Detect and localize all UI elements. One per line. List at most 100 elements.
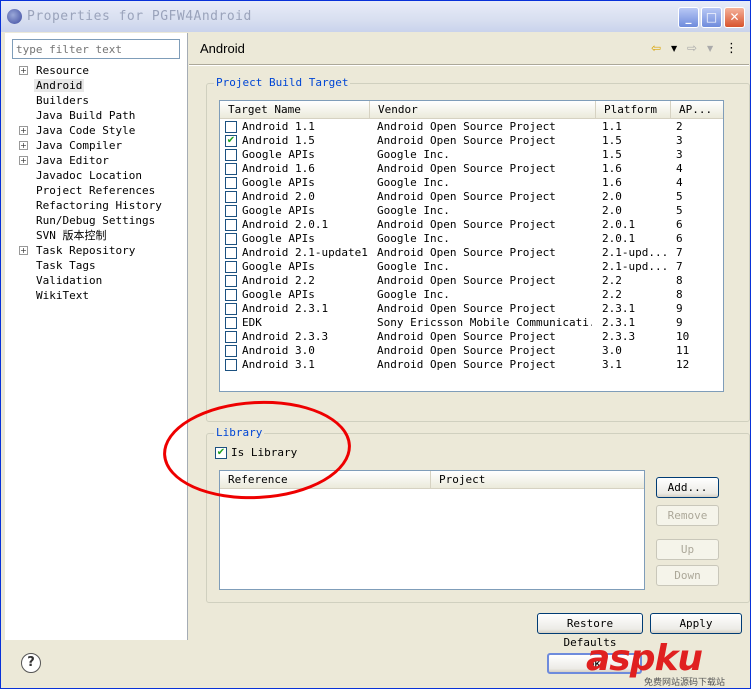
checkbox-icon[interactable] (225, 359, 237, 371)
sidebar-item[interactable]: + Task Repository (19, 243, 164, 258)
api-cell: 2 (676, 120, 683, 133)
help-icon[interactable]: ? (21, 653, 41, 673)
column-target-name[interactable]: Target Name (220, 101, 370, 119)
platform-cell: 3.0 (602, 344, 622, 357)
sidebar-item[interactable]: Run/Debug Settings (19, 213, 164, 228)
target-name-cell: Android 3.0 (242, 344, 315, 357)
table-row[interactable]: Android 2.2 Android Open Source Project 2.… (220, 274, 723, 288)
checkbox-icon[interactable] (225, 177, 237, 189)
checkbox-icon[interactable] (225, 247, 237, 259)
sidebar-item[interactable]: + Java Compiler (19, 138, 164, 153)
sidebar-item[interactable]: + Java Code Style (19, 123, 164, 138)
platform-cell: 1.5 (602, 134, 622, 147)
table-row[interactable]: Android 2.3.1 Android Open Source Project… (220, 302, 723, 316)
vendor-cell: Android Open Source Project (377, 246, 556, 259)
table-row[interactable]: Google APIs Google Inc. 2.2 8 (220, 288, 723, 302)
sidebar-item[interactable]: Project References (19, 183, 164, 198)
expand-icon[interactable]: + (19, 156, 28, 165)
sidebar-item[interactable]: Android (19, 78, 164, 93)
sidebar-item-label: Validation (36, 274, 103, 287)
sidebar-item-label: SVN 版本控制 (36, 229, 107, 242)
checkbox-icon[interactable] (225, 163, 237, 175)
up-button[interactable]: Up (656, 539, 719, 560)
vendor-cell: Google Inc. (377, 204, 450, 217)
expand-icon[interactable]: + (19, 126, 28, 135)
maximize-icon[interactable]: □ (701, 7, 722, 28)
checkbox-checked-icon[interactable]: ✔ (225, 135, 237, 147)
chevron-down-icon[interactable]: ▼ (671, 44, 677, 53)
remove-button[interactable]: Remove (656, 505, 719, 526)
expand-icon[interactable]: + (19, 246, 28, 255)
vendor-cell: Android Open Source Project (377, 162, 556, 175)
sidebar-item[interactable]: + Resource (19, 63, 164, 78)
table-row[interactable]: Google APIs Google Inc. 2.0.1 6 (220, 232, 723, 246)
table-row[interactable]: Android 2.0.1 Android Open Source Project… (220, 218, 723, 232)
add-button[interactable]: Add... (656, 477, 719, 498)
checkbox-icon[interactable] (225, 219, 237, 231)
close-icon[interactable]: ✕ (724, 7, 745, 28)
menu-icon[interactable]: ⋮ (725, 41, 738, 56)
sidebar-item-label: Project References (36, 184, 156, 197)
table-row[interactable]: Android 2.0 Android Open Source Project 2.… (220, 190, 723, 204)
table-row[interactable]: Android 3.0 Android Open Source Project 3.… (220, 344, 723, 358)
build-target-table[interactable]: Target Name Vendor Platform AP... Androi… (219, 100, 724, 392)
checkbox-icon[interactable] (225, 275, 237, 287)
column-api[interactable]: AP... (671, 101, 723, 119)
checkbox-icon[interactable] (225, 233, 237, 245)
sidebar-item-label: Builders (36, 94, 89, 107)
column-project[interactable]: Project (431, 471, 644, 489)
sidebar-item[interactable]: Builders (19, 93, 164, 108)
checkbox-icon[interactable] (225, 261, 237, 273)
down-button[interactable]: Down (656, 565, 719, 586)
sidebar-item[interactable]: WikiText (19, 288, 164, 303)
minimize-icon[interactable]: _ (678, 7, 699, 28)
checkbox-icon[interactable] (225, 149, 237, 161)
build-target-label: Project Build Target (214, 76, 351, 89)
sidebar-item[interactable]: SVN 版本控制 (19, 228, 164, 243)
table-row[interactable]: Android 1.6 Android Open Source Project 1.… (220, 162, 723, 176)
table-row[interactable]: Android 2.1-update1 Android Open Source P… (220, 246, 723, 260)
restore-defaults-button[interactable]: Restore Defaults (537, 613, 643, 649)
checkbox-icon[interactable] (225, 289, 237, 301)
api-cell: 7 (676, 260, 683, 273)
vendor-cell: Sony Ericsson Mobile Communicati... (377, 316, 592, 329)
table-row[interactable]: Android 2.3.3 Android Open Source Project… (220, 330, 723, 344)
chevron-down-icon[interactable]: ▼ (707, 44, 713, 53)
sidebar-item[interactable]: + Java Editor (19, 153, 164, 168)
filter-input[interactable] (12, 39, 180, 59)
expand-icon[interactable]: + (19, 141, 28, 150)
platform-cell: 2.3.1 (602, 302, 636, 315)
api-cell: 5 (676, 190, 683, 203)
sidebar-item[interactable]: Java Build Path (19, 108, 164, 123)
sidebar-item[interactable]: Javadoc Location (19, 168, 164, 183)
checkbox-icon[interactable] (225, 345, 237, 357)
table-row[interactable]: Android 3.1 Android Open Source Project 3.… (220, 358, 723, 372)
table-row[interactable]: ✔ Android 1.5 Android Open Source Project 1… (220, 134, 723, 148)
apply-button[interactable]: Apply (650, 613, 742, 634)
table-row[interactable]: Android 1.1 Android Open Source Project 1.… (220, 120, 723, 134)
checkbox-icon[interactable] (225, 121, 237, 133)
sidebar-item[interactable]: Task Tags (19, 258, 164, 273)
table-row[interactable]: Google APIs Google Inc. 1.5 3 (220, 148, 723, 162)
table-row[interactable]: EDK Sony Ericsson Mobile Communicati... 2.… (220, 316, 723, 330)
platform-cell: 2.0 (602, 204, 622, 217)
column-vendor[interactable]: Vendor (370, 101, 596, 119)
target-name-cell: Android 2.3.1 (242, 302, 329, 315)
checkbox-icon[interactable] (225, 331, 237, 343)
sidebar-item[interactable]: Validation (19, 273, 164, 288)
table-row[interactable]: Google APIs Google Inc. 2.0 5 (220, 204, 723, 218)
forward-arrow-icon[interactable]: ⇨ (687, 41, 697, 55)
sidebar-item[interactable]: Refactoring History (19, 198, 164, 213)
checkbox-icon[interactable] (225, 191, 237, 203)
vendor-cell: Android Open Source Project (377, 344, 556, 357)
checkbox-icon[interactable] (225, 303, 237, 315)
expand-icon[interactable]: + (19, 66, 28, 75)
checkbox-icon[interactable] (225, 205, 237, 217)
table-row[interactable]: Google APIs Google Inc. 1.6 4 (220, 176, 723, 190)
vendor-cell: Android Open Source Project (377, 302, 556, 315)
checkbox-icon[interactable] (225, 317, 237, 329)
column-platform[interactable]: Platform (596, 101, 671, 119)
table-row[interactable]: Google APIs Google Inc. 2.1-upd... 7 (220, 260, 723, 274)
sidebar-item-label: Java Build Path (36, 109, 136, 122)
back-arrow-icon[interactable]: ⇦ (651, 41, 661, 55)
